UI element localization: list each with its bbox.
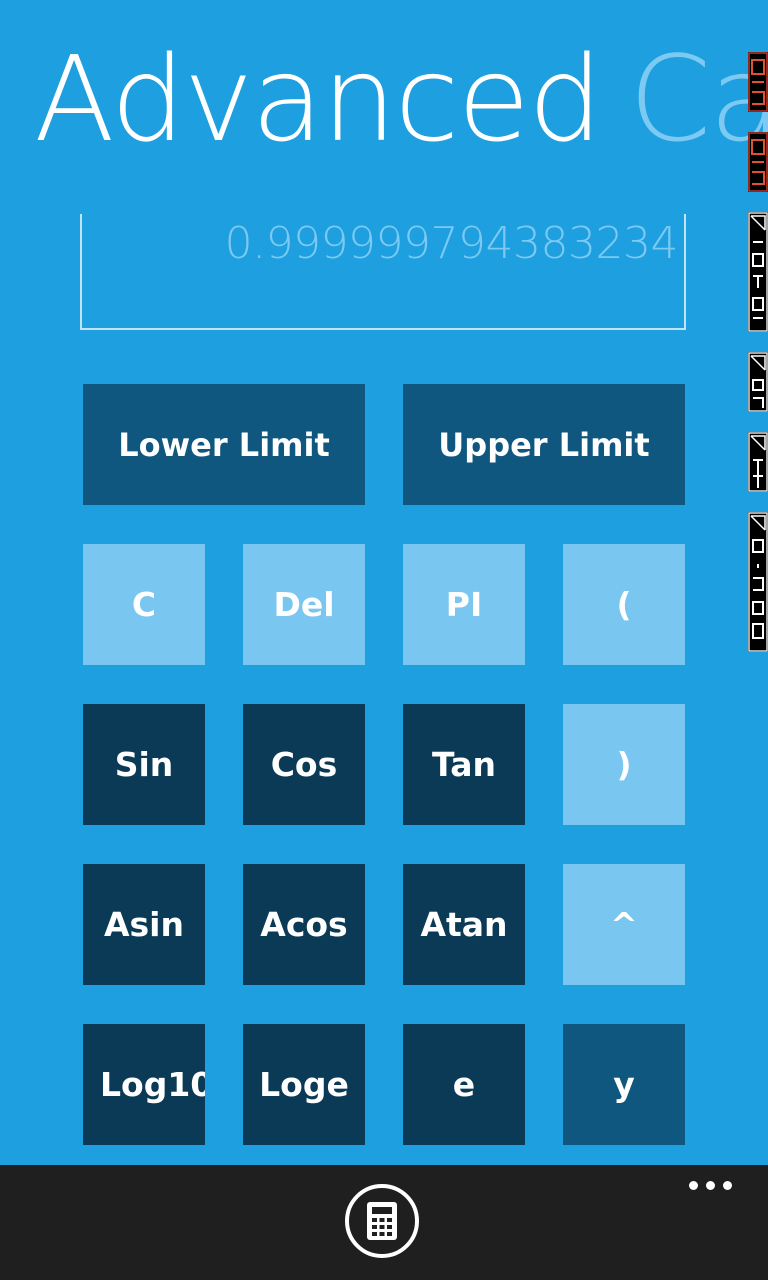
ellipsis-icon[interactable] bbox=[689, 1181, 732, 1190]
close-paren-button[interactable]: ) bbox=[563, 704, 685, 825]
upper-limit-button[interactable]: Upper Limit bbox=[403, 384, 685, 505]
ellipsis-dot bbox=[689, 1181, 698, 1190]
loge-button[interactable]: Loge bbox=[243, 1024, 365, 1145]
application-bar bbox=[0, 1165, 768, 1280]
page-title: AdvancedCalc bbox=[34, 40, 768, 158]
e-button[interactable]: e bbox=[403, 1024, 525, 1145]
delete-button[interactable]: Del bbox=[243, 544, 365, 665]
frame-counter-overlay-2 bbox=[748, 132, 768, 192]
atan-button[interactable]: Atan bbox=[403, 864, 525, 985]
tan-button[interactable]: Tan bbox=[403, 704, 525, 825]
frame-counter-overlay bbox=[748, 52, 768, 112]
fill-rate-overlay bbox=[748, 512, 768, 652]
power-button[interactable]: ^ bbox=[563, 864, 685, 985]
ellipsis-dot bbox=[723, 1181, 732, 1190]
display-value: 0.999999794383234 bbox=[224, 218, 679, 269]
expression-display[interactable]: 0.999999794383234 bbox=[80, 214, 686, 330]
calculator-icon bbox=[367, 1202, 397, 1240]
page-title-main: Advanced bbox=[34, 30, 603, 168]
log10-button[interactable]: Log10 bbox=[83, 1024, 205, 1145]
open-paren-button[interactable]: ( bbox=[563, 544, 685, 665]
pi-button[interactable]: PI bbox=[403, 544, 525, 665]
calculator-page: AdvancedCalc 0.999999794383234 Lower Lim… bbox=[0, 0, 768, 1165]
calculator-icon-button[interactable] bbox=[345, 1184, 419, 1258]
y-variable-button[interactable]: y bbox=[563, 1024, 685, 1145]
sin-button[interactable]: Sin bbox=[83, 704, 205, 825]
ellipsis-dot bbox=[706, 1181, 715, 1190]
cos-button[interactable]: Cos bbox=[243, 704, 365, 825]
lower-limit-button[interactable]: Lower Limit bbox=[83, 384, 365, 505]
acos-button[interactable]: Acos bbox=[243, 864, 365, 985]
texture-counter-overlay bbox=[748, 432, 768, 492]
memory-counter-overlay bbox=[748, 212, 768, 332]
ui-counter-overlay bbox=[748, 352, 768, 412]
clear-button[interactable]: C bbox=[83, 544, 205, 665]
asin-button[interactable]: Asin bbox=[83, 864, 205, 985]
